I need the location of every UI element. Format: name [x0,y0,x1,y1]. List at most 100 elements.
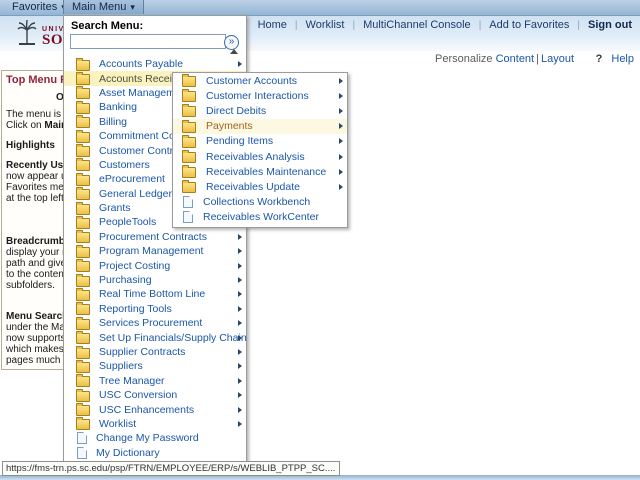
menu-item-usc-conversion[interactable]: USC Conversion [64,388,246,402]
folder-icon [76,103,90,114]
submenu-arrow-icon [238,61,242,67]
submenu-item-pending-items[interactable]: Pending Items [173,134,347,149]
menu-item-purchasing[interactable]: Purchasing [64,273,246,287]
pagelet-text-segment: now supports t [6,333,71,344]
menu-item-change-my-password[interactable]: Change My Password [64,431,246,445]
menu-item-label: Pending Items [206,135,273,147]
menu-item-label: Supplier Contracts [99,346,185,358]
search-go-button[interactable]: » [224,35,239,50]
folder-icon [76,232,90,243]
document-icon [183,196,193,208]
folder-icon [182,122,196,133]
menu-item-label: Change My Password [96,432,199,444]
menu-item-label: My Dictionary [96,447,160,459]
submenu-item-receivables-maintenance[interactable]: Receivables Maintenance [173,164,347,179]
submenu-arrow-icon [238,378,242,384]
menu-item-label: Banking [99,101,137,113]
submenu-arrow-icon [238,263,242,269]
menu-item-label: Billing [99,116,127,128]
main-menu-label: Main Menu [72,1,126,13]
menu-search-input[interactable] [70,34,226,49]
nav-link-multichannel-console[interactable]: MultiChannel Console [363,19,471,31]
folder-icon [182,182,196,193]
submenu-item-customer-interactions[interactable]: Customer Interactions [173,88,347,103]
menu-item-label: Receivables Maintenance [206,166,326,178]
menu-item-label: Worklist [99,418,136,430]
menu-item-label: Receivables Analysis [206,151,305,163]
help-link[interactable]: Help [611,53,634,65]
menu-item-label: Real Time Bottom Line [99,288,205,300]
menu-item-label: Reporting Tools [99,303,172,315]
menu-item-label: Receivables WorkCenter [203,211,319,223]
folder-icon [76,348,90,359]
menu-item-usc-enhancements[interactable]: USC Enhancements [64,402,246,416]
menu-item-suppliers[interactable]: Suppliers [64,359,246,373]
menu-item-label: Customer Interactions [206,90,309,102]
folder-icon [76,204,90,215]
menu-item-set-up-financials-supply-chain[interactable]: Set Up Financials/Supply Chain [64,330,246,344]
folder-icon [182,137,196,148]
pagelet-text-segment: Breadcrumbs [6,236,70,247]
folder-icon [76,146,90,157]
nav-separator: | [352,20,355,31]
menu-item-procurement-contracts[interactable]: Procurement Contracts [64,230,246,244]
menu-item-services-procurement[interactable]: Services Procurement [64,316,246,330]
menu-item-tree-manager[interactable]: Tree Manager [64,374,246,388]
document-icon [77,432,87,444]
help-icon: ? [596,53,603,65]
menu-item-my-dictionary[interactable]: My Dictionary [64,446,246,460]
nav-link-sign-out[interactable]: Sign out [588,19,632,31]
folder-icon [76,319,90,330]
nav-link-add-to-favorites[interactable]: Add to Favorites [489,19,569,31]
nav-link-home[interactable]: Home [258,19,287,31]
menu-item-program-management[interactable]: Program Management [64,244,246,258]
accounts-receivable-submenu: Customer Accounts Customer InteractionsDi… [172,72,348,228]
submenu-item-customer-accounts[interactable]: Customer Accounts [173,73,347,88]
submenu-arrow-icon [339,184,343,190]
main-menu-button[interactable]: Main Menu ▾ [63,0,144,14]
submenu-item-receivables-workcenter[interactable]: Receivables WorkCenter [173,210,347,225]
submenu-item-receivables-update[interactable]: Receivables Update [173,179,347,194]
menu-item-label: Customer Accounts [206,75,297,87]
folder-icon [76,132,90,143]
menu-item-real-time-bottom-line[interactable]: Real Time Bottom Line [64,287,246,301]
menu-item-label: Set Up Financials/Supply Chain [99,332,247,344]
palmetto-tree-icon [16,19,38,47]
pagelet-text-segment: to the contents [6,269,72,280]
folder-icon [76,218,90,229]
pagelet-text-segment: Highlights [6,140,55,151]
folder-icon [76,74,90,85]
submenu-arrow-icon [238,349,242,355]
search-menu-label: Search Menu: [64,16,246,34]
menu-item-supplier-contracts[interactable]: Supplier Contracts [64,345,246,359]
status-url-tooltip: https://fms-trn.ps.sc.edu/psp/FTRN/EMPLO… [2,461,340,476]
menu-item-label: Collections Workbench [203,196,310,208]
peoplesoft-screen: Favorites ▾ Main Menu ▾ UNIVER [0,0,640,480]
menu-item-worklist[interactable]: Worklist [64,417,246,431]
menu-item-project-costing[interactable]: Project Costing [64,258,246,272]
menu-item-accounts-payable[interactable]: Accounts Payable [64,57,246,71]
menu-item-label: eProcurement [99,173,165,185]
personalize-content-link[interactable]: Content [496,53,535,65]
folder-icon [182,76,196,87]
scroll-up-icon[interactable] [230,49,238,54]
pagelet-text-segment: which makes fi [6,344,72,355]
folder-icon [76,405,90,416]
nav-link-worklist[interactable]: Worklist [306,19,345,31]
submenu-item-direct-debits[interactable]: Direct Debits [173,103,347,118]
menu-item-reporting-tools[interactable]: Reporting Tools [64,302,246,316]
help-group: ? Help [596,53,634,65]
search-row: » [64,34,246,52]
menu-item-label: USC Conversion [99,389,177,401]
submenu-item-receivables-analysis[interactable]: Receivables Analysis [173,149,347,164]
document-icon [183,211,193,223]
personalize-group: Personalize Content|Layout [435,53,574,65]
pagelet-text-segment: Menu Search, [6,311,71,322]
folder-icon [76,261,90,272]
folder-icon [76,247,90,258]
submenu-item-payments[interactable]: Payments [173,119,347,134]
submenu-arrow-icon [238,248,242,254]
top-menu-bar: Favorites ▾ Main Menu ▾ [0,0,640,16]
personalize-layout-link[interactable]: Layout [541,53,574,65]
submenu-item-collections-workbench[interactable]: Collections Workbench [173,195,347,210]
